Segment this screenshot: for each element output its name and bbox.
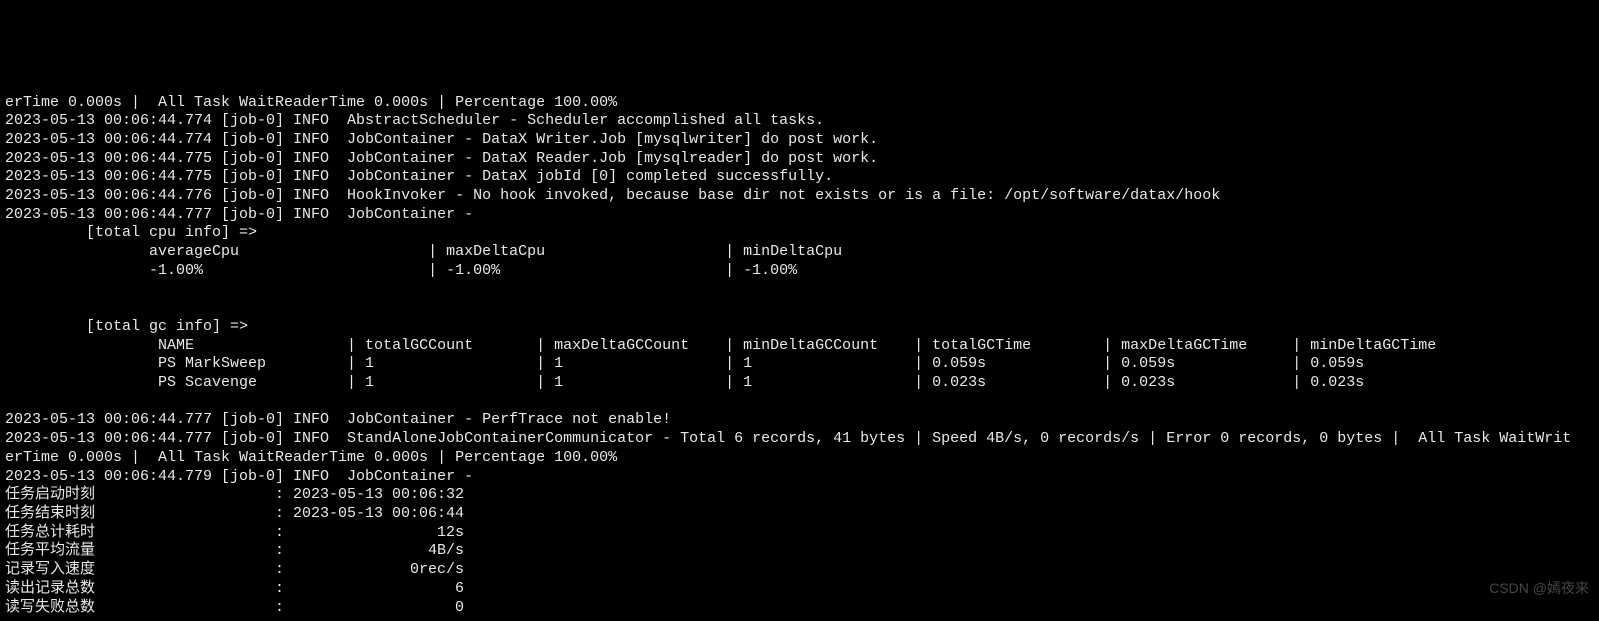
log-line: 2023-05-13 00:06:44.776 [job-0] INFO Hoo… xyxy=(5,187,1220,204)
cpu-table-row: -1.00% | -1.00% | -1.00% xyxy=(5,262,797,279)
log-line: 2023-05-13 00:06:44.777 [job-0] INFO Job… xyxy=(5,206,482,223)
cpu-table-header: averageCpu | maxDeltaCpu | minDeltaCpu xyxy=(5,243,1022,260)
gc-table-header: NAME | totalGCCount | maxDeltaGCCount | … xyxy=(5,337,1481,354)
gc-info-header: [total gc info] => xyxy=(5,318,257,335)
log-line: 2023-05-13 00:06:44.774 [job-0] INFO Abs… xyxy=(5,112,824,129)
summary-fail-count: 读写失败总数 : 0 xyxy=(5,599,464,616)
summary-read-count: 读出记录总数 : 6 xyxy=(5,580,464,597)
gc-table-row: PS MarkSweep | 1 | 1 | 1 | 0.059s | 0.05… xyxy=(5,355,1481,372)
gc-table-row: PS Scavenge | 1 | 1 | 1 | 0.023s | 0.023… xyxy=(5,374,1481,391)
summary-start-time: 任务启动时刻 : 2023-05-13 00:06:32 xyxy=(5,486,464,503)
log-line xyxy=(5,281,221,298)
log-line: 2023-05-13 00:06:44.777 [job-0] INFO Sta… xyxy=(5,430,1571,447)
summary-total-time: 任务总计耗时 : 12s xyxy=(5,524,464,541)
summary-write-speed: 记录写入速度 : 0rec/s xyxy=(5,561,464,578)
terminal-output[interactable]: erTime 0.000s | All Task WaitReaderTime … xyxy=(0,94,1599,621)
log-line: 2023-05-13 00:06:44.779 [job-0] INFO Job… xyxy=(5,468,482,485)
log-line: erTime 0.000s | All Task WaitReaderTime … xyxy=(5,449,617,466)
cpu-info-header: [total cpu info] => xyxy=(5,224,266,241)
summary-end-time: 任务结束时刻 : 2023-05-13 00:06:44 xyxy=(5,505,464,522)
summary-avg-flow: 任务平均流量 : 4B/s xyxy=(5,542,464,559)
log-line: erTime 0.000s | All Task WaitReaderTime … xyxy=(5,94,617,111)
log-line: 2023-05-13 00:06:44.777 [job-0] INFO Job… xyxy=(5,411,671,428)
log-line: 2023-05-13 00:06:44.775 [job-0] INFO Job… xyxy=(5,150,878,167)
log-line: 2023-05-13 00:06:44.774 [job-0] INFO Job… xyxy=(5,131,878,148)
watermark-text: CSDN @嫣夜来 xyxy=(1489,579,1589,598)
log-line: 2023-05-13 00:06:44.775 [job-0] INFO Job… xyxy=(5,168,833,185)
